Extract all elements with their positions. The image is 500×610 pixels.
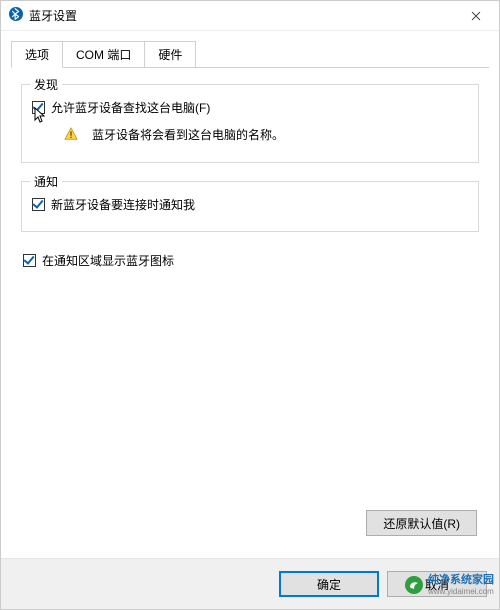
close-button[interactable] [453,1,499,31]
flex-spacer [21,271,479,506]
titlebar: 蓝牙设置 [1,1,499,31]
label-show-tray-icon: 在通知区域显示蓝牙图标 [42,252,174,269]
titlebar-left: 蓝牙设置 [9,7,77,24]
row-allow-find: 允许蓝牙设备查找这台电脑(F) [32,99,468,116]
group-notify-title: 通知 [30,173,62,190]
row-warn: 蓝牙设备将会看到这台电脑的名称。 [64,126,468,144]
ok-label: 确定 [317,576,341,593]
tab-com-ports[interactable]: COM 端口 [62,41,145,68]
tab-hardware-label: 硬件 [158,48,182,62]
group-notify: 通知 新蓝牙设备要连接时通知我 [21,181,479,232]
checkbox-show-tray-icon[interactable] [23,254,36,267]
checkbox-allow-find[interactable] [32,101,45,114]
cancel-button[interactable]: 取消 [387,571,487,597]
tab-hardware[interactable]: 硬件 [144,41,196,68]
tab-panel-options: 发现 允许蓝牙设备查找这台电脑(F) 蓝牙设 [11,68,489,548]
restore-defaults-button[interactable]: 还原默认值(R) [366,510,477,536]
bluetooth-icon [9,7,23,24]
ok-button[interactable]: 确定 [279,571,379,597]
row-notify: 新蓝牙设备要连接时通知我 [32,196,468,213]
group-discovery-title: 发现 [30,76,62,93]
dialog-window: 蓝牙设置 选项 COM 端口 硬件 发现 允许蓝牙设备查找这台电脑(F) [0,0,500,610]
window-title: 蓝牙设置 [29,7,77,24]
cancel-label: 取消 [425,576,449,593]
tab-com-label: COM 端口 [76,48,131,62]
label-warn: 蓝牙设备将会看到这台电脑的名称。 [92,126,284,143]
label-notify-connect: 新蓝牙设备要连接时通知我 [51,196,195,213]
checkbox-notify-connect[interactable] [32,198,45,211]
label-allow-find: 允许蓝牙设备查找这台电脑(F) [51,99,210,116]
tab-strip: 选项 COM 端口 硬件 [11,41,489,68]
restore-row: 还原默认值(R) [21,506,479,538]
tab-options[interactable]: 选项 [11,41,63,68]
group-discovery: 发现 允许蓝牙设备查找这台电脑(F) 蓝牙设 [21,84,479,163]
tab-border [11,67,489,68]
tab-options-label: 选项 [25,48,49,62]
row-tray-icon: 在通知区域显示蓝牙图标 [23,252,479,269]
restore-defaults-label: 还原默认值(R) [383,515,460,532]
warning-icon [64,126,78,144]
close-icon [471,8,481,24]
dialog-button-bar: 确定 取消 [1,558,499,609]
